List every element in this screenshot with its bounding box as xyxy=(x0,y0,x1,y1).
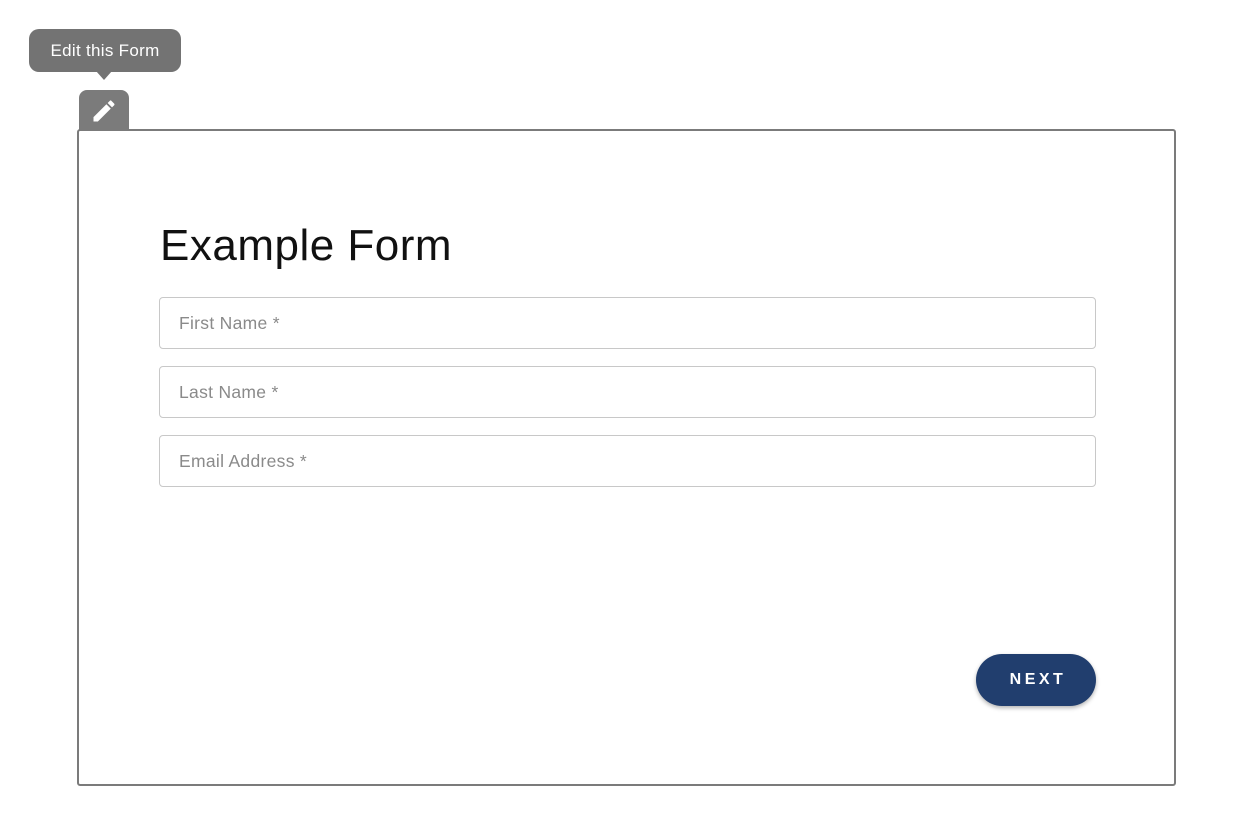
form-title: Example Form xyxy=(160,221,453,270)
last-name-field[interactable] xyxy=(159,366,1096,418)
tooltip-arrow xyxy=(96,71,112,80)
edit-form-button[interactable] xyxy=(79,90,129,132)
pencil-icon xyxy=(90,97,118,125)
form-container: Example Form NEXT xyxy=(77,129,1176,786)
first-name-field[interactable] xyxy=(159,297,1096,349)
email-field[interactable] xyxy=(159,435,1096,487)
next-button[interactable]: NEXT xyxy=(976,654,1096,706)
edit-form-tooltip: Edit this Form xyxy=(29,29,181,72)
tooltip-label: Edit this Form xyxy=(50,40,160,60)
